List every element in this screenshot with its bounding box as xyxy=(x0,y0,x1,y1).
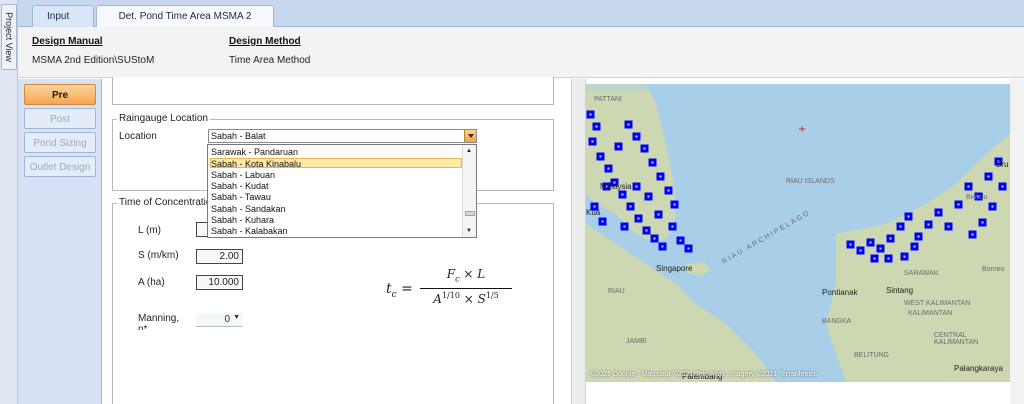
map-city-bru: Bru xyxy=(996,160,1009,169)
raingauge-map[interactable]: + PATTANI RIAU ISLANDS RIAU ARCHIPELAGO … xyxy=(586,84,1010,382)
s-input[interactable]: 2.00 xyxy=(196,249,243,264)
location-dropdown-list[interactable]: Sarawak - Pandaruan Sabah - Kota Kinabal… xyxy=(207,144,477,238)
nav-outlet-design-button[interactable]: Outlet Design xyxy=(24,156,96,177)
tab-input[interactable]: Input xyxy=(32,5,94,27)
map-label-jambi: JAMBI xyxy=(626,338,647,345)
step-nav: Pre Post Pond Sizing Outlet Design xyxy=(18,79,102,404)
chevron-down-icon[interactable] xyxy=(464,130,476,142)
nav-pre-button[interactable]: Pre xyxy=(24,84,96,105)
panel-splitter[interactable] xyxy=(571,79,586,404)
design-manual-value: MSMA 2nd Edition\SUStoM xyxy=(32,55,155,66)
chevron-down-icon: ▼ xyxy=(233,314,240,321)
a-label: A (ha) xyxy=(138,277,165,288)
dropdown-option[interactable]: Sabah - Kudat xyxy=(211,181,269,191)
s-label: S (m/km) xyxy=(138,250,179,261)
design-header: Design Manual MSMA 2nd Edition\SUStoM De… xyxy=(18,27,1024,78)
map-label-central-kalimantan: CENTRAL KALIMANTAN xyxy=(934,332,979,346)
formula-den-mid: × S xyxy=(459,292,486,306)
map-copyright: ©2021 Google - Map data ©2021 Tele Atlas… xyxy=(590,371,818,378)
location-select[interactable]: Sabah - Balat xyxy=(208,129,477,143)
dropdown-scrollbar[interactable]: ▲ ▼ xyxy=(462,145,476,237)
dropdown-option-highlighted[interactable]: Sabah - Kota Kinabalu xyxy=(210,158,462,169)
map-label-kalimantan: KALIMANTAN xyxy=(908,310,953,317)
map-city-pontianak: Pontianak xyxy=(822,288,858,297)
dropdown-option[interactable]: Sabah - Kalabakan xyxy=(211,226,288,236)
map-label-bintulu: Bintulu xyxy=(966,194,988,201)
raingauge-legend: Raingauge Location xyxy=(117,113,210,124)
nav-post-button[interactable]: Post xyxy=(24,108,96,129)
map-label-belitung: BELITUNG xyxy=(854,352,890,359)
tab-bar: Input Det. Pond Time Area MSMA 2 xyxy=(18,0,1024,27)
map-city-kua: Kua xyxy=(586,208,601,217)
toc-formula: tc = Fc × L A1/10 × S1/5 xyxy=(386,267,516,313)
map-city-palangkaraya: Palangkaraya xyxy=(954,364,1003,373)
map-right-margin xyxy=(1010,79,1024,404)
a-input[interactable]: 10.000 xyxy=(196,275,243,290)
formula-lhs-sub: c xyxy=(391,289,397,300)
toc-legend: Time of Concentration xyxy=(117,197,220,208)
project-view-tab[interactable]: Project View xyxy=(1,4,17,70)
formula-den-s-exp: 1/5 xyxy=(485,291,499,300)
tab-det-pond-time-area[interactable]: Det. Pond Time Area MSMA 2 xyxy=(96,5,274,27)
project-view-strip: Project View xyxy=(0,0,18,404)
form-panel: Raingauge Location Location Sabah - Bala… xyxy=(102,77,571,404)
manning-select-value: 0 xyxy=(224,314,230,325)
map-label-borneo: Borneo xyxy=(982,266,1005,273)
l-label: L (m) xyxy=(138,225,161,236)
nav-pond-sizing-button[interactable]: Pond Sizing xyxy=(24,132,96,153)
map-city-malaysia: Malaysia xyxy=(600,182,632,191)
dropdown-option[interactable]: Sabah - Tawau xyxy=(211,192,271,202)
map-city-sintang: Sintang xyxy=(886,286,914,295)
formula-den-a: A xyxy=(433,292,442,306)
formula-denominator: A1/10 × S1/5 xyxy=(420,291,512,306)
formula-num-rest: × L xyxy=(459,267,486,281)
manning-select[interactable]: 0 ▼ xyxy=(196,313,243,327)
location-select-value: Sabah - Balat xyxy=(211,131,266,141)
formula-den-a-exp: 1/10 xyxy=(441,291,460,300)
design-manual-label: Design Manual xyxy=(32,36,103,47)
formula-numerator: Fc × L xyxy=(420,267,512,283)
dropdown-option[interactable]: Sabah - Sandakan xyxy=(211,204,286,214)
map-label-riau-islands: RIAU ISLANDS xyxy=(786,178,835,185)
design-method-value: Time Area Method xyxy=(229,55,311,66)
formula-num-main: F xyxy=(446,267,456,281)
map-city-singapore: Singapore xyxy=(656,264,693,273)
scroll-down-icon[interactable]: ▼ xyxy=(466,228,472,234)
dropdown-option[interactable]: Sabah - Labuan xyxy=(211,170,275,180)
map-label-riau: RIAU xyxy=(608,288,625,295)
app-window: Project View Input Det. Pond Time Area M… xyxy=(0,0,1024,404)
design-method-label: Design Method xyxy=(229,36,301,47)
formula-equals: = xyxy=(401,281,413,297)
svg-text:+: + xyxy=(798,124,806,135)
upper-section-box xyxy=(112,77,554,105)
scroll-up-icon[interactable]: ▲ xyxy=(466,148,472,154)
formula-fraction-bar xyxy=(420,288,512,289)
location-label: Location xyxy=(119,131,157,142)
manning-label: Manning, xyxy=(138,313,180,324)
dropdown-option[interactable]: Sarawak - Pandaruan xyxy=(211,147,298,157)
dropdown-option[interactable]: Sabah - Kuhara xyxy=(211,215,274,225)
manning-sub-label: n* xyxy=(138,324,148,330)
map-label-west-kalimantan: WEST KALIMANTAN xyxy=(904,300,971,307)
map-label-bangka: BANGKA xyxy=(822,318,852,325)
map-label-sarawak: SARAWAK xyxy=(904,270,939,277)
map-label-pattani: PATTANI xyxy=(594,96,622,103)
project-view-label: Project View xyxy=(4,12,14,62)
scroll-thumb[interactable] xyxy=(465,211,475,216)
